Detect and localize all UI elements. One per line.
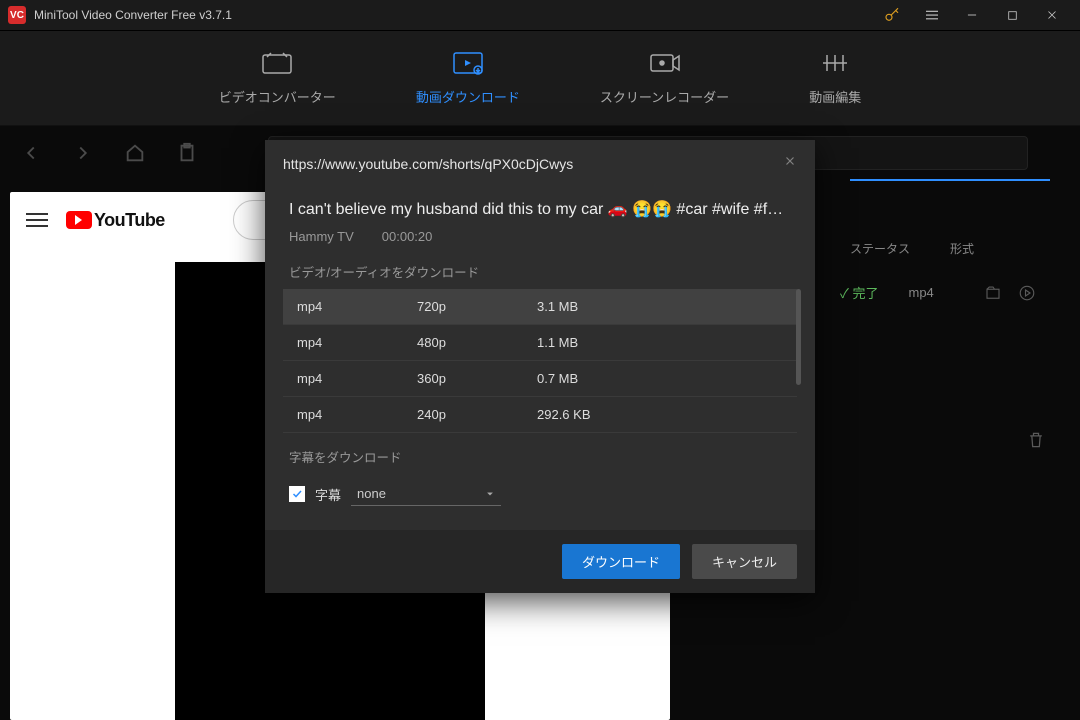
- nav-video-downloader[interactable]: 動画ダウンロード: [416, 51, 520, 106]
- format-res: 360p: [417, 371, 537, 386]
- nav-home-button[interactable]: [124, 142, 146, 164]
- subtitle-label: 字幕: [315, 485, 341, 504]
- video-duration: 00:00:20: [382, 229, 433, 244]
- subtitle-value: none: [357, 486, 386, 501]
- nav-label: 動画編集: [809, 87, 861, 106]
- format-list: mp4 720p 3.1 MB mp4 480p 1.1 MB mp4 360p…: [283, 289, 797, 433]
- format-ext: mp4: [297, 335, 417, 350]
- app-title: MiniTool Video Converter Free v3.7.1: [34, 8, 872, 22]
- app-logo-icon: VC: [8, 6, 26, 24]
- subtitle-select[interactable]: none: [351, 482, 501, 506]
- format-size: 0.7 MB: [537, 371, 783, 386]
- maximize-button[interactable]: [992, 0, 1032, 30]
- format-scrollbar[interactable]: [796, 289, 801, 385]
- format-size: 292.6 KB: [537, 407, 783, 422]
- youtube-logo[interactable]: YouTube: [66, 210, 165, 231]
- format-option-720p[interactable]: mp4 720p 3.1 MB: [283, 289, 797, 325]
- premium-key-button[interactable]: [872, 0, 912, 30]
- channel-name: Hammy TV: [289, 229, 354, 244]
- youtube-brand-text: YouTube: [94, 210, 165, 231]
- format-option-240p[interactable]: mp4 240p 292.6 KB: [283, 397, 797, 433]
- nav-video-converter[interactable]: ビデオコンバーター: [219, 51, 336, 106]
- nav-video-editor[interactable]: 動画編集: [809, 51, 861, 106]
- nav-label: スクリーンレコーダー: [600, 87, 729, 106]
- close-window-button[interactable]: [1032, 0, 1072, 30]
- format-size: 1.1 MB: [537, 335, 783, 350]
- subtitle-section-label: 字幕をダウンロード: [289, 447, 791, 466]
- video-title: I can't believe my husband did this to m…: [289, 199, 791, 219]
- col-status: ステータス: [850, 240, 910, 257]
- nav-label: 動画ダウンロード: [416, 87, 520, 106]
- nav-label: ビデオコンバーター: [219, 87, 336, 106]
- nav-screen-recorder[interactable]: スクリーンレコーダー: [600, 51, 729, 106]
- format-ext: mp4: [297, 299, 417, 314]
- format-res: 480p: [417, 335, 537, 350]
- download-button[interactable]: ダウンロード: [562, 544, 680, 579]
- dialog-close-button[interactable]: [783, 154, 797, 173]
- format-option-480p[interactable]: mp4 480p 1.1 MB: [283, 325, 797, 361]
- clipboard-button[interactable]: [176, 142, 198, 164]
- format-option-360p[interactable]: mp4 360p 0.7 MB: [283, 361, 797, 397]
- col-format: 形式: [950, 240, 974, 257]
- delete-all-button[interactable]: [1026, 430, 1046, 455]
- nav-back-button[interactable]: [20, 142, 42, 164]
- dialog-url: https://www.youtube.com/shorts/qPX0cDjCw…: [283, 156, 783, 172]
- menu-button[interactable]: [912, 0, 952, 30]
- status-done: ✓ 完了: [840, 283, 879, 302]
- format-size: 3.1 MB: [537, 299, 783, 314]
- row-format: mp4: [909, 285, 934, 300]
- format-ext: mp4: [297, 407, 417, 422]
- minimize-button[interactable]: [952, 0, 992, 30]
- open-folder-icon[interactable]: [984, 284, 1002, 302]
- main-nav: ビデオコンバーター 動画ダウンロード スクリーンレコーダー 動画編集: [0, 30, 1080, 125]
- play-icon[interactable]: [1018, 284, 1036, 302]
- format-res: 240p: [417, 407, 537, 422]
- format-res: 720p: [417, 299, 537, 314]
- nav-forward-button[interactable]: [72, 142, 94, 164]
- chevron-down-icon: [485, 489, 495, 499]
- download-section-label: ビデオ/オーディオをダウンロード: [289, 262, 791, 281]
- window-titlebar: VC MiniTool Video Converter Free v3.7.1: [0, 0, 1080, 30]
- hamburger-icon[interactable]: [26, 213, 48, 227]
- cancel-button[interactable]: キャンセル: [692, 544, 797, 579]
- download-dialog: https://www.youtube.com/shorts/qPX0cDjCw…: [265, 140, 815, 593]
- youtube-play-icon: [66, 211, 92, 229]
- subtitle-checkbox[interactable]: [289, 486, 305, 502]
- format-ext: mp4: [297, 371, 417, 386]
